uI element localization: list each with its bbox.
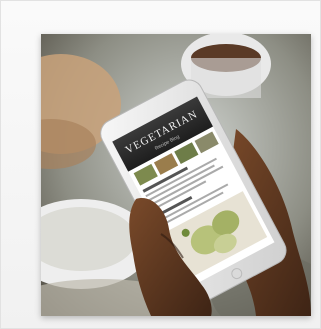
lifestyle-photo: VEGETARIAN Recipe Blog <box>41 34 311 316</box>
photo-frame: VEGETARIAN Recipe Blog <box>0 0 321 329</box>
